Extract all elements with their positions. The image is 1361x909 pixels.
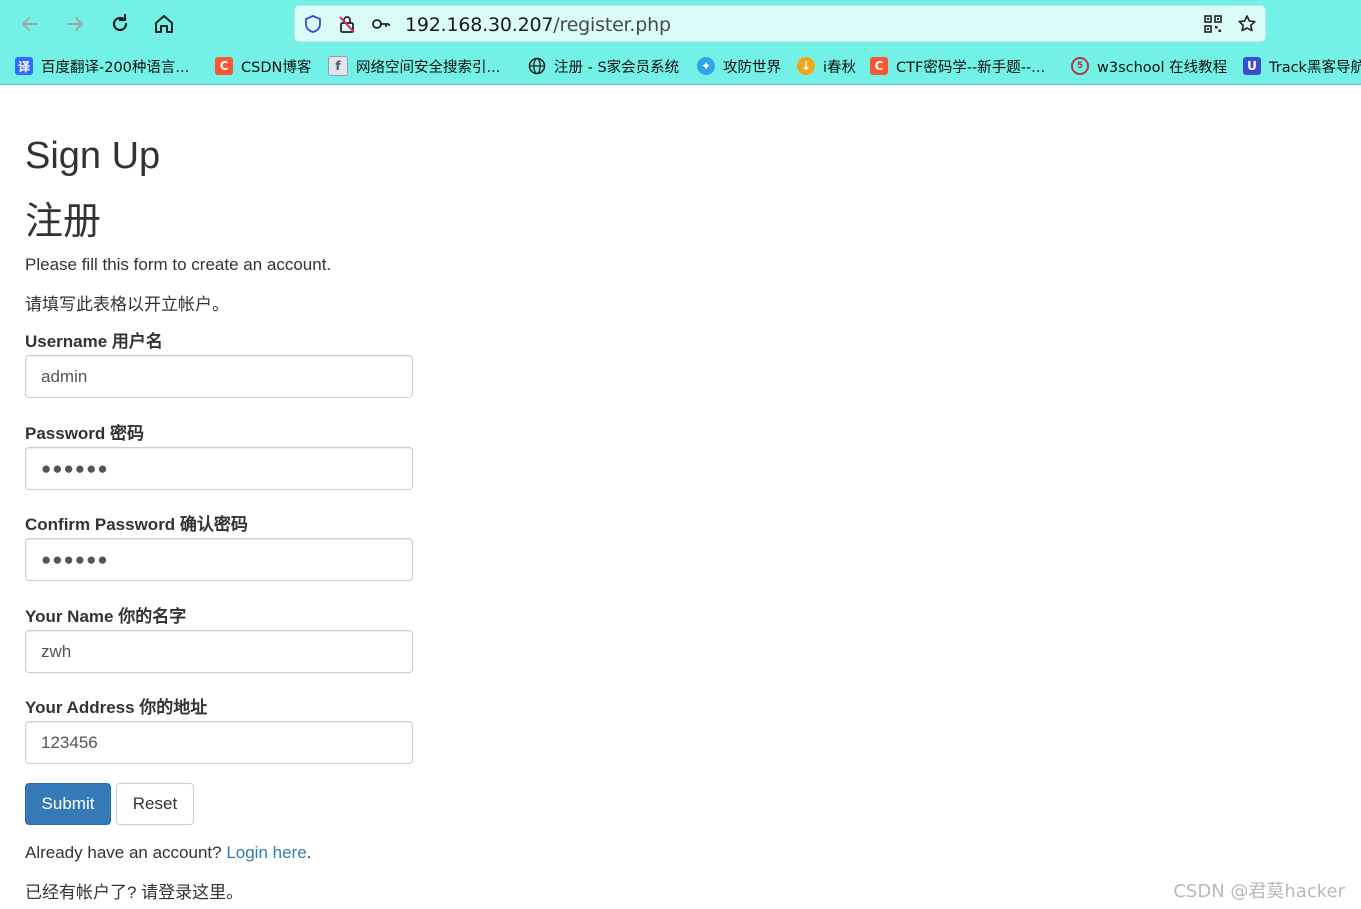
arrow-left-icon (22, 17, 38, 31)
shield-icon[interactable] (303, 14, 323, 34)
bookmark-label: CSDN博客 (241, 59, 312, 76)
bookmark-baidu-translate[interactable]: 译百度翻译-200种语言... (15, 56, 189, 76)
insecure-lock-icon[interactable] (337, 14, 357, 34)
bookmark-label: 网络空间安全搜索引... (356, 59, 501, 76)
reload-icon (112, 13, 128, 32)
track-icon: U (1243, 57, 1261, 75)
csdn-icon: C (870, 57, 888, 75)
arrow-right-icon (67, 17, 83, 31)
bookmark-label: CTF密码学--新手题--... (896, 59, 1046, 76)
bookmark-label: 百度翻译-200种语言... (41, 59, 190, 76)
fofa-icon: f (328, 56, 348, 76)
address-bar[interactable]: 192.168.30.207/register.php (294, 5, 1266, 42)
page-title: Sign Up (25, 135, 161, 177)
forward-button[interactable] (61, 10, 89, 38)
bookmark-label: 攻防世界 (723, 59, 781, 76)
star-icon[interactable] (1237, 14, 1257, 34)
page-title-zh: 注册 (25, 201, 102, 243)
bookmark-label: w3school 在线教程 (1097, 59, 1228, 76)
bookmark-fofa[interactable]: f 网络空间安全搜索引... (328, 56, 500, 76)
name-label: Your Name 你的名字 (25, 607, 187, 626)
globe-icon (528, 57, 546, 75)
ichunqiu-icon: ↓ (797, 57, 815, 75)
bookmark-ichunqiu[interactable]: ↓ i春秋 (797, 56, 856, 76)
login-prompt-text: Already have an account? (25, 843, 227, 862)
csdn-icon: C (215, 57, 233, 75)
back-button[interactable] (16, 10, 44, 38)
bookmark-adworld[interactable]: ✦ 攻防世界 (697, 56, 781, 76)
translate-icon: 译 (15, 57, 33, 75)
username-label: Username 用户名 (25, 332, 163, 351)
bookmark-label: Track黑客导航 (1269, 59, 1361, 76)
password-label: Password 密码 (25, 424, 145, 443)
intro-text: Please fill this form to create an accou… (25, 255, 332, 274)
name-input[interactable]: zwh (25, 630, 413, 673)
adworld-icon: ✦ (697, 57, 715, 75)
url-host: 192.168.30.207 (405, 14, 554, 36)
submit-button[interactable]: Submit (25, 783, 111, 825)
w3school-icon: 5 (1071, 57, 1089, 75)
home-icon (155, 15, 173, 33)
bookmark-csdn[interactable]: C CSDN博客 (215, 56, 311, 76)
address-input[interactable]: 123456 (25, 721, 413, 764)
reset-button[interactable]: Reset (116, 783, 194, 825)
address-label: Your Address 你的地址 (25, 698, 208, 717)
bookmark-register[interactable]: 注册 - S家会员系统 (528, 56, 679, 76)
browser-toolbar: 192.168.30.207/register.php (0, 0, 1361, 48)
login-link[interactable]: Login here (226, 843, 306, 862)
login-prompt-zh: 已经有帐户了? 请登录这里。 (25, 883, 244, 902)
bookmark-label: 注册 - S家会员系统 (554, 59, 680, 76)
bookmark-label: i春秋 (823, 59, 857, 76)
confirm-password-input[interactable]: ●●●●●● (25, 538, 413, 581)
url-text[interactable]: 192.168.30.207/register.php (405, 14, 671, 36)
reload-button[interactable] (106, 10, 134, 38)
password-input[interactable]: ●●●●●● (25, 447, 413, 490)
home-button[interactable] (150, 10, 178, 38)
intro-text-zh: 请填写此表格以开立帐户。 (25, 295, 229, 314)
qr-code-icon[interactable] (1203, 14, 1223, 34)
bookmark-ctf-crypto[interactable]: C CTF密码学--新手题--... (870, 56, 1045, 76)
username-input[interactable]: admin (25, 355, 413, 398)
bookmarks-bar: 译百度翻译-200种语言... C CSDN博客 f 网络空间安全搜索引... 注册… (0, 48, 1361, 85)
bookmark-track[interactable]: U Track黑客导航 (1243, 56, 1361, 76)
url-path: /register.php (553, 14, 671, 36)
login-prompt-period: . (306, 843, 312, 862)
login-prompt: Already have an account? Login here. (25, 843, 311, 863)
confirm-password-label: Confirm Password 确认密码 (25, 515, 248, 534)
watermark: CSDN @君莫hacker (1173, 881, 1345, 902)
key-icon[interactable] (371, 14, 391, 34)
bookmark-w3school[interactable]: 5 w3school 在线教程 (1071, 56, 1227, 76)
